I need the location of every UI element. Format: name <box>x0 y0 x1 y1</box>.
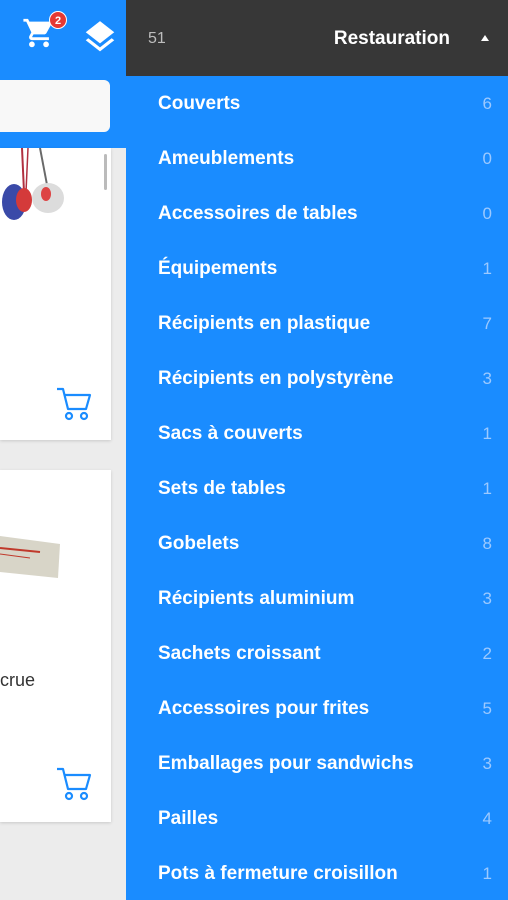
category-label: Emballages pour sandwichs <box>158 753 414 774</box>
category-item[interactable]: Récipients en plastique 7 <box>126 296 508 351</box>
category-count: 1 <box>482 864 492 883</box>
category-title: Restauration <box>333 28 450 49</box>
category-item[interactable]: Couverts 6 <box>126 76 508 131</box>
category-item[interactable]: Sacs à couverts 1 <box>126 406 508 461</box>
add-to-cart-icon <box>57 387 92 421</box>
category-item[interactable]: Récipients aluminium 3 <box>126 571 508 626</box>
category-count: 3 <box>482 369 492 388</box>
add-to-cart-icon <box>57 767 92 801</box>
product-image <box>2 148 64 220</box>
search-input[interactable] <box>0 80 110 132</box>
category-count: 8 <box>482 534 492 553</box>
category-label: Récipients aluminium <box>158 588 355 609</box>
app-root: 2 crue 51 Restauration Couverts 6 Ameubl… <box>0 0 508 900</box>
category-item[interactable]: Récipients en polystyrène 3 <box>126 351 508 406</box>
category-count: 5 <box>482 699 492 718</box>
category-item[interactable]: Emballages pour sandwichs 3 <box>126 736 508 791</box>
category-count: 3 <box>482 589 492 608</box>
card-scrollbar[interactable] <box>104 154 107 190</box>
category-label: Ameublements <box>158 148 295 169</box>
add-to-cart-button[interactable] <box>55 386 93 422</box>
product-image <box>0 536 60 578</box>
category-list: Couverts 6 Ameublements 0 Accessoires de tab… <box>126 76 508 900</box>
category-drawer: 51 Restauration Couverts 6 Ameublements 0 Ac… <box>126 0 508 900</box>
category-count: 1 <box>482 424 492 443</box>
add-to-cart-button[interactable] <box>55 766 93 802</box>
category-item[interactable]: Sets de tables 1 <box>126 461 508 516</box>
cart-badge: 2 <box>49 11 67 29</box>
caret-up-icon[interactable] <box>480 34 490 42</box>
category-item[interactable]: Ameublements 0 <box>126 131 508 186</box>
category-label: Sachets croissant <box>158 643 321 664</box>
category-count: 0 <box>482 149 492 168</box>
category-item[interactable]: Pots à fermeture croisillon 1 <box>126 846 508 900</box>
layers-button[interactable] <box>80 18 120 56</box>
category-label: Pots à fermeture croisillon <box>158 863 398 884</box>
category-label: Accessoires de tables <box>158 203 358 224</box>
category-item[interactable]: Accessoires pour frites 5 <box>126 681 508 736</box>
category-item[interactable]: Pailles 4 <box>126 791 508 846</box>
category-item[interactable]: Sachets croissant 2 <box>126 626 508 681</box>
category-item[interactable]: Accessoires de tables 0 <box>126 186 508 241</box>
product-card[interactable]: crue <box>0 470 111 822</box>
product-title: crue <box>0 670 36 690</box>
category-label: Équipements <box>158 258 278 279</box>
category-item[interactable]: Équipements 1 <box>126 241 508 296</box>
top-bar: 2 <box>0 0 126 76</box>
category-count: 1 <box>482 259 492 278</box>
category-count: 0 <box>482 204 492 223</box>
category-count: 7 <box>482 314 492 333</box>
category-count: 4 <box>482 809 492 828</box>
category-total-count: 51 <box>148 30 166 47</box>
category-count: 1 <box>482 479 492 498</box>
product-card[interactable] <box>0 148 111 440</box>
category-label: Accessoires pour frites <box>158 698 370 719</box>
category-count: 2 <box>482 644 492 663</box>
category-label: Récipients en plastique <box>158 313 371 334</box>
category-label: Pailles <box>158 808 219 829</box>
category-label: Sets de tables <box>158 478 286 499</box>
category-label: Récipients en polystyrène <box>158 368 394 389</box>
category-count: 3 <box>482 754 492 773</box>
category-item[interactable]: Gobelets 8 <box>126 516 508 571</box>
category-label: Sacs à couverts <box>158 423 303 444</box>
category-count: 6 <box>482 94 492 113</box>
category-label: Couverts <box>158 93 241 114</box>
category-label: Gobelets <box>158 533 240 554</box>
layers-icon <box>85 21 115 52</box>
drawer-header[interactable]: 51 Restauration <box>126 0 508 76</box>
